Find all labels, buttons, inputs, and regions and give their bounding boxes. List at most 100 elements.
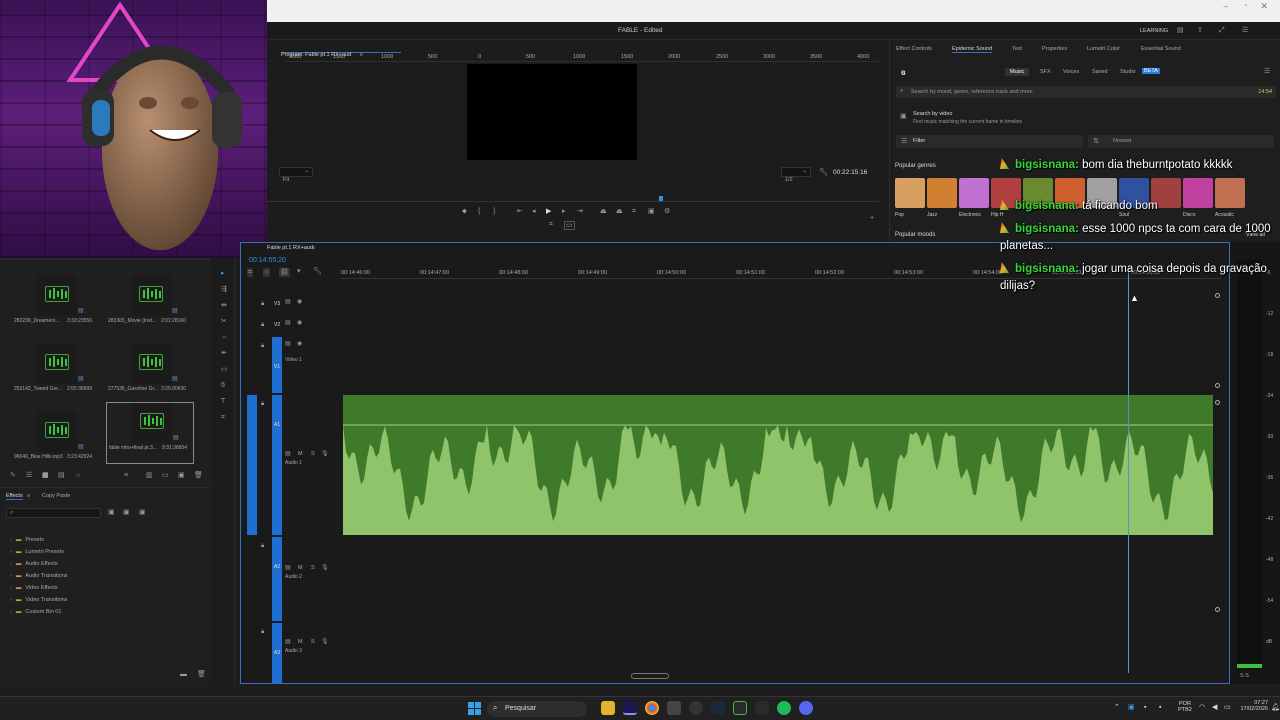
automate-icon[interactable]: ▥ [146,472,153,479]
lock-icon[interactable]: 🔒︎ [261,343,264,349]
premiere-pro-icon[interactable] [623,701,637,715]
solo-button[interactable]: S [311,565,315,571]
workspaces-icon[interactable]: ▤ [1177,27,1184,34]
genre-tile[interactable] [927,178,957,208]
source-patch-a1[interactable] [247,395,257,535]
tab-effects[interactable]: Effects [6,493,23,500]
wifi-icon[interactable]: ◠ [1199,704,1205,711]
sort-icon[interactable]: ≡ [124,472,128,479]
playhead[interactable] [1128,269,1129,673]
clock[interactable]: 07:27 17/02/2026 [1236,700,1268,718]
sync-lock-icon[interactable]: ▤ [285,565,291,571]
razor-icon[interactable]: ✂︎ [221,318,227,325]
app-icon[interactable] [733,701,747,715]
wrench-icon[interactable]: 🔧︎ [819,169,828,176]
fullscreen-icon[interactable]: ⤢ [1219,27,1225,34]
lock-icon[interactable]: 🔒︎ [261,629,264,635]
bin-clip[interactable]: ▤ fable intro+final pt.3... 9:31:36854 [106,402,194,464]
track-header[interactable]: 🔒︎ V2 ▤ ◉ [241,316,341,336]
audio-clip-a1[interactable] [343,395,1213,535]
chrome-icon[interactable] [645,701,659,715]
sync-lock-icon[interactable]: ▤ [285,341,291,347]
tab-copy-paste[interactable]: Copy Paste [42,493,70,499]
mic-icon[interactable]: 🎙︎ [321,451,329,457]
lock-icon[interactable]: 🔒︎ [261,543,264,549]
list-view-icon[interactable]: ☰ [26,472,32,479]
obs-icon[interactable] [689,701,703,715]
program-video-frame[interactable] [467,64,637,160]
maximize-icon[interactable]: ▫ [1245,2,1247,9]
find-icon[interactable]: ▭ [162,472,169,479]
lift-icon[interactable]: ⏏ [600,208,607,215]
notifications-icon[interactable]: 🔔︎ [1271,704,1280,711]
bin-clip[interactable]: ▤ 253142_Tweed Gor... 2:55:36899 [12,344,92,399]
genre-tile[interactable] [959,178,989,208]
step-forward-icon[interactable]: ▸ [562,208,566,215]
add-marker-icon[interactable]: ⬥ [462,208,467,215]
step-back-icon[interactable]: ◂ [532,208,536,215]
extract-icon[interactable]: ⏏ [616,208,623,215]
add-button-icon[interactable]: + [870,215,874,222]
sync-lock-icon[interactable]: ▤ [285,451,291,457]
lock-icon[interactable]: 🔒︎ [261,401,264,407]
rectangle-icon[interactable]: ▭ [221,366,228,373]
sync-lock-icon[interactable]: ▤ [285,299,291,305]
tray-icon[interactable]: ▪ [1159,704,1161,711]
effects-folder[interactable]: › ▬ Video Effects [10,576,58,591]
safe-margins-icon[interactable]: ▭ [564,221,575,230]
bin-clip[interactable]: ▤ 283239_Dreamers... 3:33:23550 [12,276,92,331]
ripple-edit-icon[interactable]: ⇹ [221,302,227,309]
solo-button[interactable]: S [311,451,315,457]
nest-icon[interactable]: ⌗ [247,268,253,277]
sequence-menu-icon[interactable]: ≡ [312,245,315,251]
genre-tile[interactable] [895,178,925,208]
type-tool-icon[interactable]: T [221,398,225,405]
snap-icon[interactable]: ∩ [263,268,271,277]
eye-icon[interactable]: ◉ [297,299,302,305]
workspace-label[interactable]: LEARNING [1140,28,1168,34]
export-frame-icon[interactable]: ⌗ [632,208,636,215]
bin-clip[interactable]: ▤ 277536_Gasoline Gr... 3:25:00600 [106,344,186,399]
zoom-slider-icon[interactable]: ○ [76,472,80,479]
share-icon[interactable]: ⇪ [1197,27,1203,34]
tab-effects-menu-icon[interactable]: ≡ [27,493,30,499]
taskbar-search[interactable]: ⌕ Pesquisar [487,701,587,717]
start-icon[interactable] [468,702,481,715]
track-header[interactable]: 🔒︎ A3 ▤ M S 🎙︎ Audio 3 [241,623,341,683]
effects-folder[interactable]: › ▬ Lumetri Presets [10,540,64,555]
lock-icon[interactable]: 🔒︎ [261,322,264,328]
mute-button[interactable]: M [298,451,303,457]
track-target[interactable] [272,395,282,535]
comparison-view-icon[interactable]: ⌗ [549,221,553,228]
bin-clip[interactable]: ▤ 96049_Blue Hills.mp3 3:23:42924 [12,412,92,467]
bin-clip[interactable]: ▤ 283365_Movie (Inst... 2:01:28160 [106,276,186,331]
fit-dropdown[interactable]: Fit ⌄ [279,167,313,183]
32bit-effects-icon[interactable]: ▣ [123,509,130,516]
tray-icon[interactable]: ▣ [1128,704,1135,711]
play-icon[interactable]: ▶ [546,208,551,215]
track-target[interactable] [272,537,282,621]
effects-folder[interactable]: › ▬ Audio Transitions [10,564,68,579]
scroll-handle[interactable] [1215,607,1220,612]
timeline-scrollbar[interactable] [631,673,669,679]
pencil-icon[interactable]: ✎ [10,472,16,479]
steam-icon[interactable] [711,701,725,715]
tray-chevron-icon[interactable]: ⌃ [1114,704,1120,711]
compare-icon[interactable]: ▣ [648,208,655,215]
delete-icon[interactable]: 🗑︎ [194,472,203,479]
language-indicator[interactable]: POR PTB2 [1175,701,1195,717]
mark-out-icon[interactable]: } [493,208,495,215]
lock-icon[interactable]: 🔒︎ [261,301,264,307]
mic-icon[interactable]: 🎙︎ [321,639,329,645]
effects-folder[interactable]: › ▬ Presets [10,528,44,543]
timeline-timecode[interactable]: 00:14:55:20 [249,257,286,264]
effects-folder[interactable]: › ▬ Custom Bin 01 [10,600,61,615]
mute-button[interactable]: M [298,565,303,571]
effects-folder[interactable]: › ▬ Video Transitions [10,588,67,603]
pen-icon[interactable]: ✒︎ [221,350,227,357]
track-header[interactable]: 🔒︎ A2 ▤ M S 🎙︎ Audio 2 [241,537,341,621]
mic-icon[interactable]: 🎙︎ [321,565,329,571]
new-bin-icon[interactable]: ▬ [180,671,187,678]
close-icon[interactable]: ✕ [1260,1,1268,12]
accelerated-effects-icon[interactable]: ▣ [108,509,115,516]
